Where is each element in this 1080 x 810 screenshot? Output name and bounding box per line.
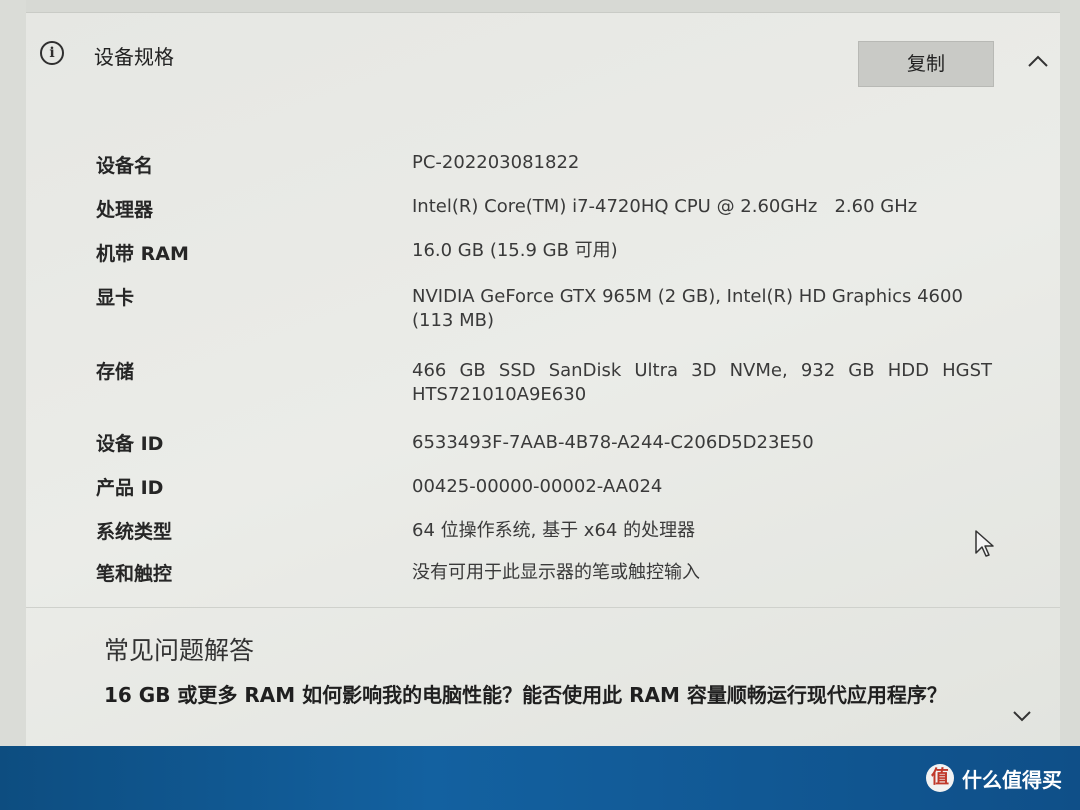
spec-value-product-id: 00425-00000-00002-AA024	[412, 476, 663, 497]
window-top-strip	[0, 0, 1080, 12]
spec-value-system-type: 64 位操作系统, 基于 x64 的处理器	[412, 520, 696, 541]
spec-label-pen-touch: 笔和触控	[96, 563, 173, 585]
spec-value-device-name: PC-202203081822	[412, 152, 580, 173]
watermark: 值 什么值得买	[926, 762, 1062, 794]
spec-label-graphics: 显卡	[96, 287, 135, 309]
watermark-logo: 值	[926, 764, 954, 792]
faq-question[interactable]: 16 GB 或更多 RAM 如何影响我的电脑性能？能否使用此 RAM 容量顺畅运…	[104, 681, 994, 709]
spec-value-pen-touch: 没有可用于此显示器的笔或触控输入	[412, 562, 700, 583]
window-right-edge	[1060, 0, 1080, 746]
device-specs-header[interactable]: 设备规格 复制	[26, 13, 1060, 109]
spec-label-product-id: 产品 ID	[96, 477, 164, 499]
info-icon	[40, 41, 64, 65]
device-specs-card: 设备规格 复制 设备名 PC-202203081822 处理器 Intel(R)…	[26, 12, 1060, 746]
copy-button[interactable]: 复制	[858, 41, 994, 87]
taskbar: 值 什么值得买	[0, 746, 1080, 810]
mouse-cursor-icon	[975, 530, 994, 557]
spec-value-device-id: 6533493F-7AAB-4B78-A244-C206D5D23E50	[412, 432, 814, 453]
spec-value-storage: 466 GB SSD SanDisk Ultra 3D NVMe, 932 GB…	[412, 360, 992, 405]
chevron-down-icon[interactable]	[1012, 709, 1032, 723]
spec-label-device-name: 设备名	[96, 155, 154, 177]
spec-value-processor: Intel(R) Core(TM) i7-4720HQ CPU @ 2.60GH…	[412, 196, 918, 217]
spec-value-graphics: NVIDIA GeForce GTX 965M (2 GB), Intel(R)…	[412, 286, 963, 331]
window-left-edge	[0, 0, 26, 746]
section-title: 设备规格	[94, 45, 174, 69]
faq-title: 常见问题解答	[104, 636, 255, 665]
spec-label-processor: 处理器	[96, 199, 154, 221]
spec-label-storage: 存储	[96, 361, 135, 383]
spec-value-ram: 16.0 GB (15.9 GB 可用)	[412, 240, 618, 261]
chevron-up-icon[interactable]	[1026, 53, 1050, 69]
spec-label-ram: 机带 RAM	[96, 243, 189, 265]
spec-label-device-id: 设备 ID	[96, 433, 164, 455]
section-divider	[26, 607, 1060, 608]
spec-label-system-type: 系统类型	[96, 521, 173, 543]
watermark-text: 什么值得买	[962, 767, 1062, 792]
